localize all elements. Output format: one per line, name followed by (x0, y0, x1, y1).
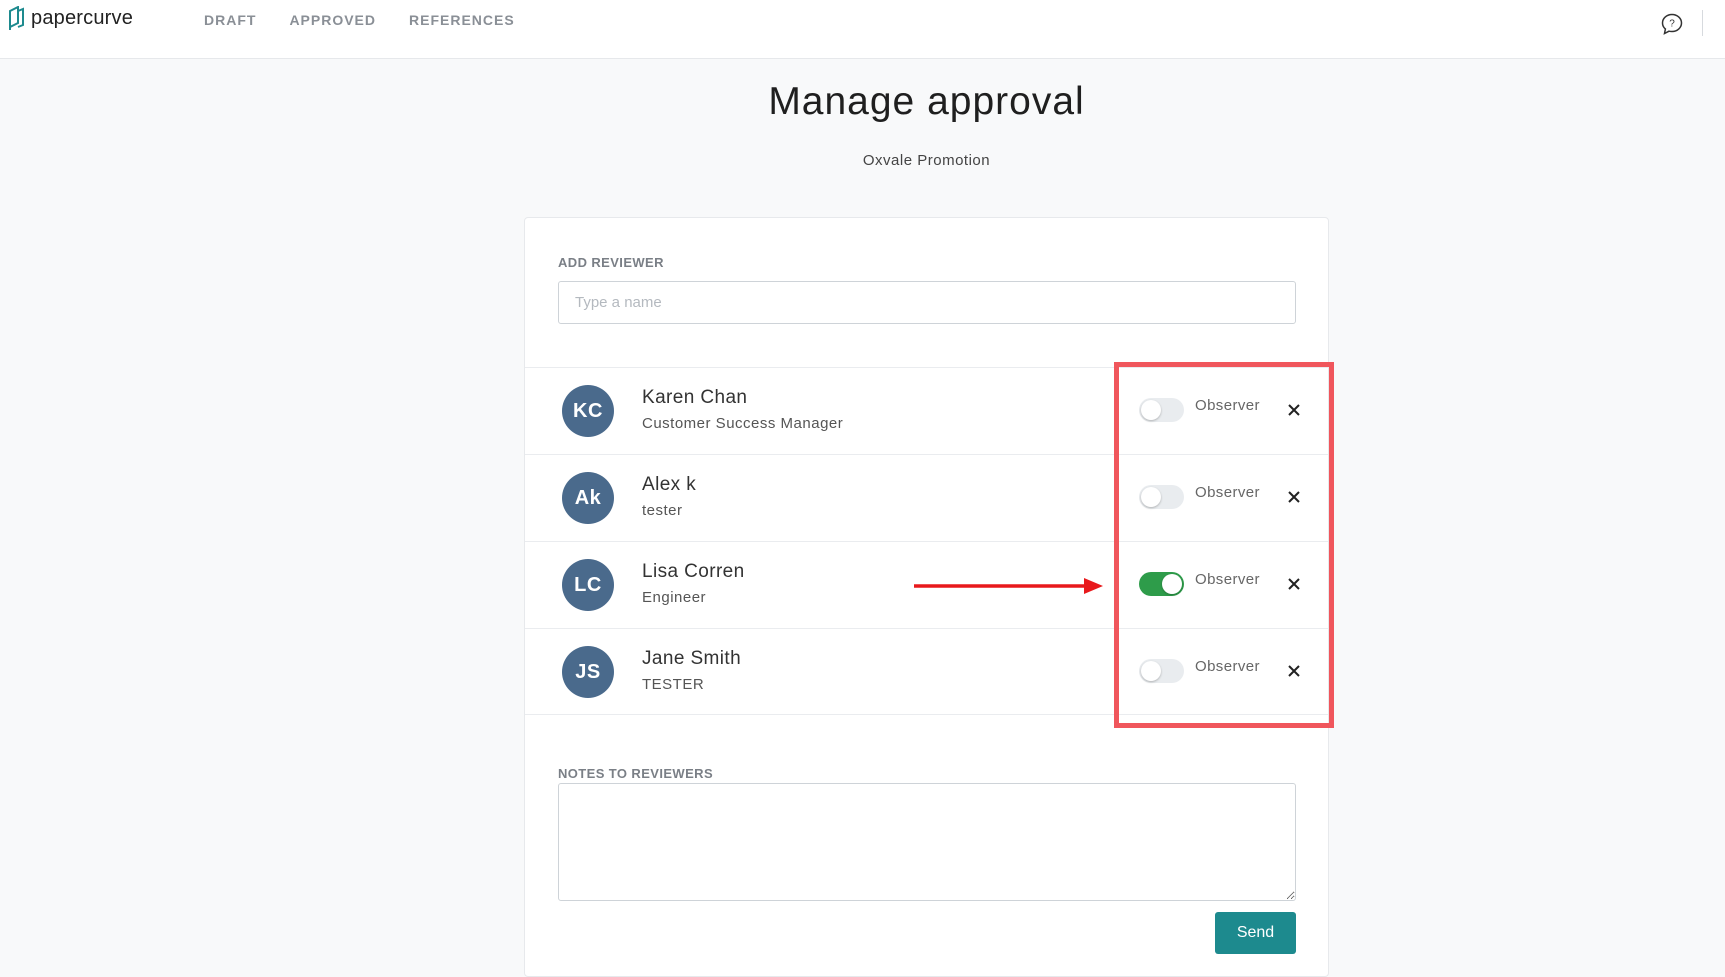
reviewer-name: Lisa Corren (642, 561, 745, 582)
reviewer-row: Ak Alex k tester Observer (525, 454, 1328, 541)
close-icon[interactable] (1286, 576, 1302, 592)
observer-toggle[interactable] (1139, 485, 1184, 509)
reviewer-role: Engineer (642, 589, 707, 606)
papercurve-logo-icon (9, 6, 24, 30)
add-reviewer-input[interactable] (558, 281, 1296, 324)
svg-text:?: ? (1669, 19, 1675, 30)
observer-toggle[interactable] (1139, 572, 1184, 596)
nav-references[interactable]: REFERENCES (409, 12, 515, 28)
document-name: Oxvale Promotion (862, 152, 991, 169)
add-reviewer-label: ADD REVIEWER (558, 255, 664, 270)
reviewer-role: Customer Success Manager (642, 415, 844, 432)
toggle-knob (1162, 574, 1182, 594)
main-nav: DRAFT APPROVED REFERENCES (204, 12, 548, 28)
observer-label: Observer (1195, 484, 1260, 501)
reviewer-row: KC Karen Chan Customer Success Manager O… (525, 367, 1328, 454)
brand-name: papercurve (31, 7, 134, 29)
arrow-annotation-icon (914, 578, 1103, 594)
avatar: KC (562, 385, 614, 437)
avatar: LC (562, 559, 614, 611)
page-title: Manage approval (768, 80, 1085, 123)
send-button[interactable]: Send (1215, 912, 1296, 954)
reviewer-role: TESTER (642, 676, 705, 693)
reviewer-name: Jane Smith (642, 648, 742, 669)
close-icon[interactable] (1286, 489, 1302, 505)
observer-label: Observer (1195, 571, 1260, 588)
observer-label: Observer (1195, 658, 1260, 675)
avatar: Ak (562, 472, 614, 524)
toggle-knob (1141, 487, 1161, 507)
toggle-knob (1141, 661, 1161, 681)
observer-toggle[interactable] (1139, 398, 1184, 422)
notes-textarea[interactable] (558, 783, 1296, 901)
reviewer-role: tester (642, 502, 683, 519)
reviewer-name: Alex k (642, 474, 697, 495)
close-icon[interactable] (1286, 402, 1302, 418)
nav-approved[interactable]: APPROVED (289, 12, 376, 28)
observer-label: Observer (1195, 397, 1260, 414)
help-chat-icon[interactable]: ? (1660, 12, 1684, 36)
reviewer-row: JS Jane Smith TESTER Observer (525, 628, 1328, 715)
observer-toggle[interactable] (1139, 659, 1184, 683)
approval-card: ADD REVIEWER KC Karen Chan Customer Succ… (524, 217, 1329, 977)
top-navbar: papercurve DRAFT APPROVED REFERENCES ? (0, 0, 1725, 59)
avatar: JS (562, 646, 614, 698)
header-divider (1702, 10, 1703, 36)
close-icon[interactable] (1286, 663, 1302, 679)
toggle-knob (1141, 400, 1161, 420)
nav-draft[interactable]: DRAFT (204, 12, 256, 28)
reviewer-list: KC Karen Chan Customer Success Manager O… (525, 367, 1328, 715)
notes-label: NOTES TO REVIEWERS (558, 766, 714, 781)
brand-logo[interactable]: papercurve (8, 6, 133, 31)
reviewer-name: Karen Chan (642, 387, 748, 408)
